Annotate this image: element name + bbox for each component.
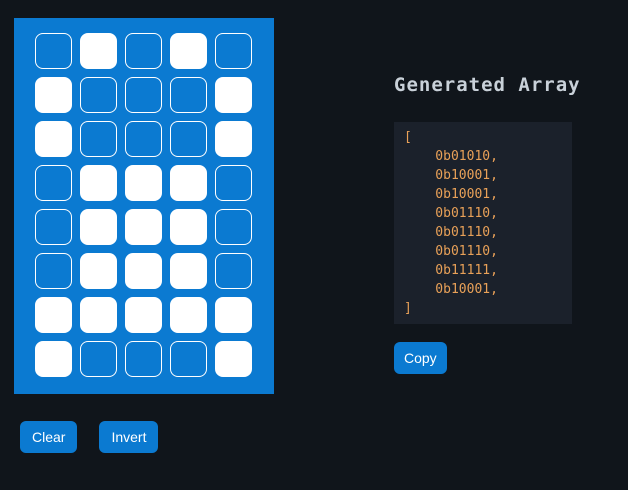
grid-cell[interactable] xyxy=(215,33,252,69)
grid-cell[interactable] xyxy=(125,165,162,201)
grid-cell[interactable] xyxy=(35,209,72,245)
grid-cell[interactable] xyxy=(80,341,117,377)
grid-cell[interactable] xyxy=(215,77,252,113)
code-block: [ 0b01010, 0b10001, 0b10001, 0b01110, 0b… xyxy=(394,122,572,324)
grid-cell[interactable] xyxy=(80,209,117,245)
grid-cell[interactable] xyxy=(170,253,207,289)
grid-cell[interactable] xyxy=(170,209,207,245)
grid-cell[interactable] xyxy=(35,341,72,377)
grid-cell[interactable] xyxy=(80,121,117,157)
grid-cell[interactable] xyxy=(215,165,252,201)
grid-cell[interactable] xyxy=(35,297,72,333)
grid-actions: Clear Invert xyxy=(20,421,158,453)
grid-cell[interactable] xyxy=(80,165,117,201)
grid-cell[interactable] xyxy=(125,121,162,157)
grid-cell[interactable] xyxy=(170,297,207,333)
invert-button[interactable]: Invert xyxy=(99,421,158,453)
grid-cell[interactable] xyxy=(80,253,117,289)
grid-cell[interactable] xyxy=(215,341,252,377)
grid-cell[interactable] xyxy=(80,77,117,113)
grid-cell[interactable] xyxy=(215,253,252,289)
grid-cell[interactable] xyxy=(170,165,207,201)
grid-cell[interactable] xyxy=(125,77,162,113)
generated-array-heading: Generated Array xyxy=(394,74,572,96)
grid-cell[interactable] xyxy=(215,209,252,245)
output-section: Generated Array [ 0b01010, 0b10001, 0b10… xyxy=(394,74,572,374)
pixel-editor-panel xyxy=(14,18,274,394)
grid-cell[interactable] xyxy=(170,77,207,113)
grid-cell[interactable] xyxy=(125,297,162,333)
copy-button[interactable]: Copy xyxy=(394,342,447,374)
grid-cell[interactable] xyxy=(170,121,207,157)
pixel-grid xyxy=(35,33,253,377)
grid-cell[interactable] xyxy=(170,33,207,69)
clear-button[interactable]: Clear xyxy=(20,421,77,453)
grid-cell[interactable] xyxy=(125,33,162,69)
code-pre: [ 0b01010, 0b10001, 0b10001, 0b01110, 0b… xyxy=(404,128,562,318)
grid-cell[interactable] xyxy=(125,341,162,377)
grid-cell[interactable] xyxy=(125,209,162,245)
grid-cell[interactable] xyxy=(215,297,252,333)
grid-cell[interactable] xyxy=(35,33,72,69)
grid-cell[interactable] xyxy=(35,253,72,289)
grid-cell[interactable] xyxy=(80,297,117,333)
grid-cell[interactable] xyxy=(35,121,72,157)
grid-cell[interactable] xyxy=(215,121,252,157)
grid-cell[interactable] xyxy=(35,77,72,113)
grid-cell[interactable] xyxy=(35,165,72,201)
grid-cell[interactable] xyxy=(125,253,162,289)
grid-cell[interactable] xyxy=(170,341,207,377)
grid-cell[interactable] xyxy=(80,33,117,69)
